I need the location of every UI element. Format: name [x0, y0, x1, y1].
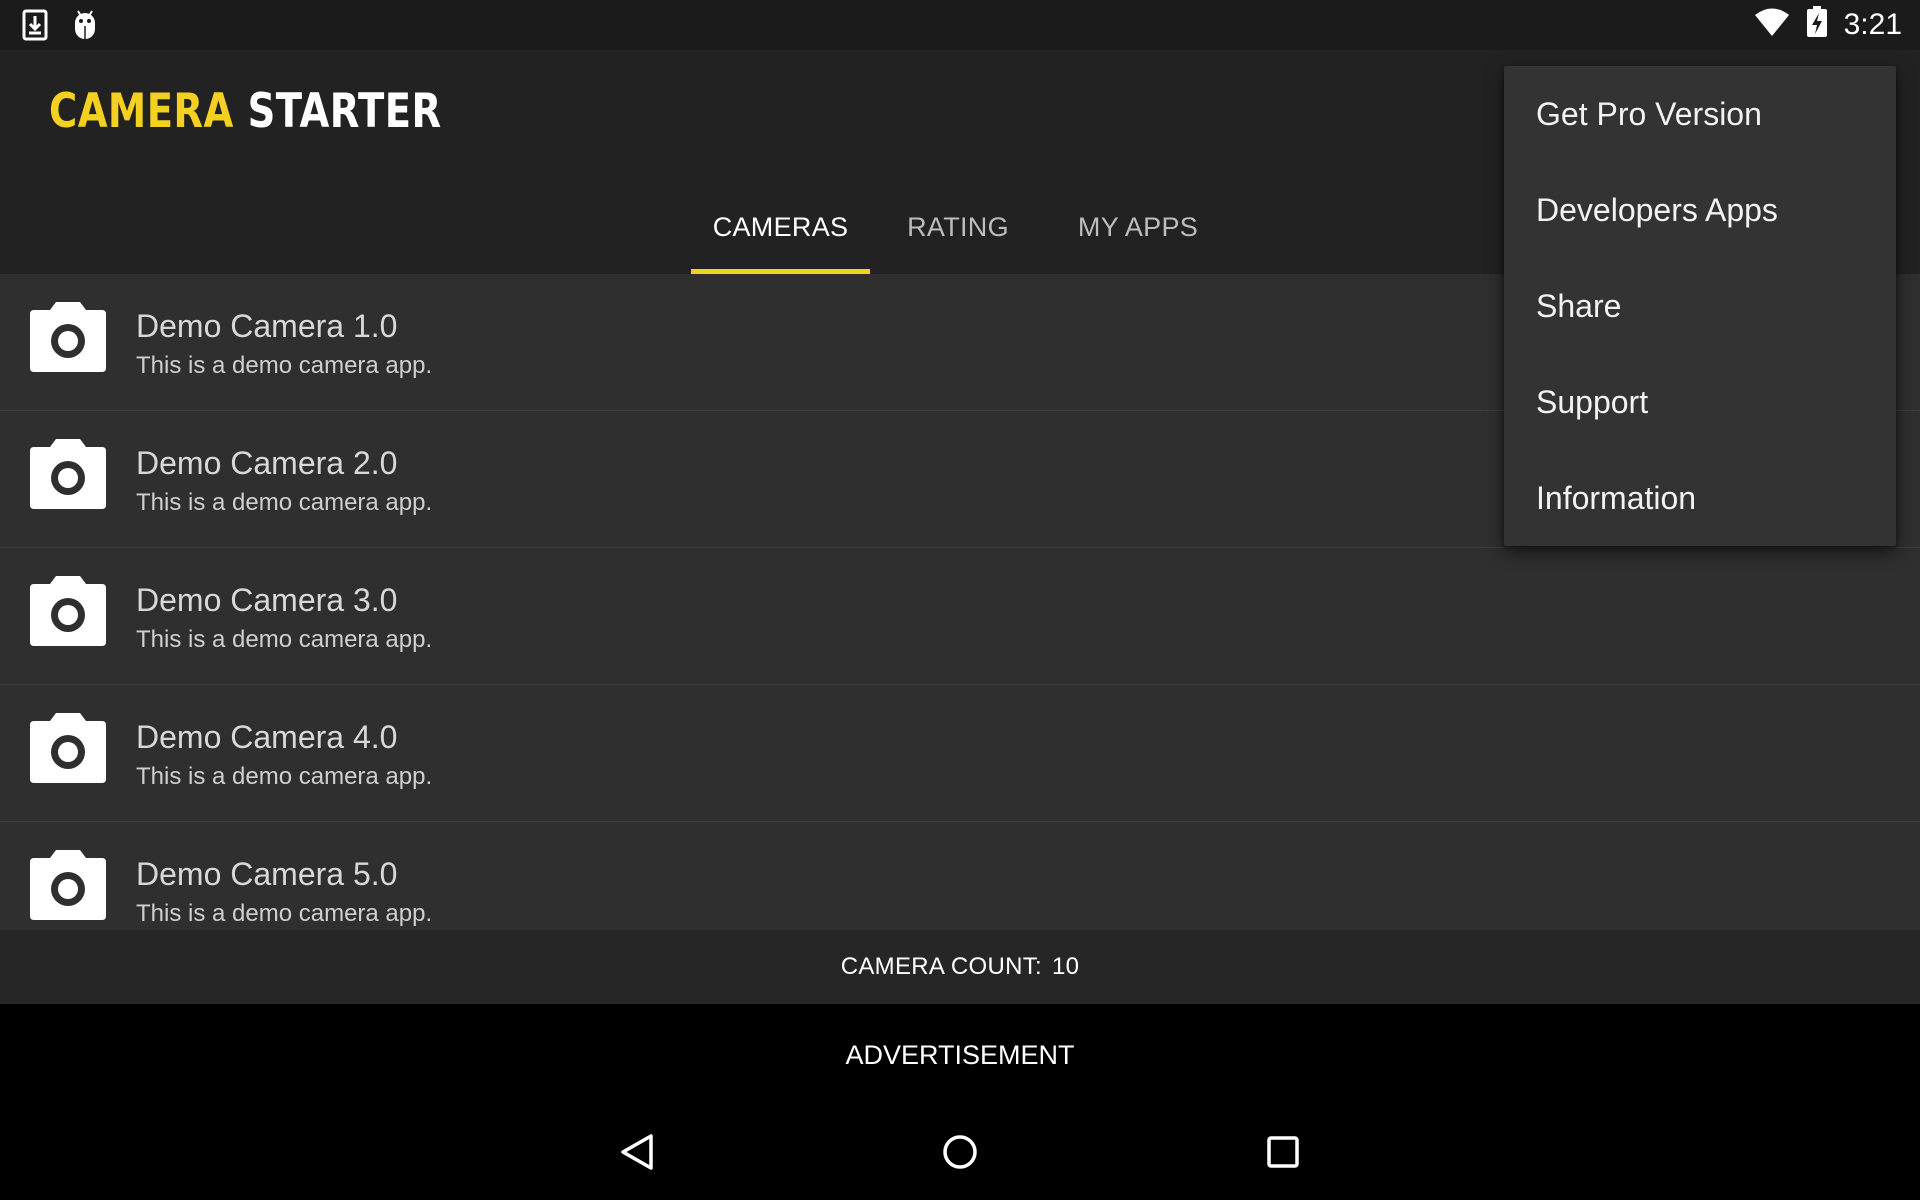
- camera-title: Demo Camera 4.0: [136, 719, 398, 755]
- recents-button[interactable]: [1253, 1124, 1313, 1184]
- camera-description: This is a demo camera app.: [136, 352, 433, 379]
- menu-item-information[interactable]: Information: [1504, 450, 1896, 546]
- tab-my-apps[interactable]: MY APPS: [1062, 180, 1214, 274]
- wifi-icon: [1754, 7, 1790, 42]
- home-icon: [940, 1132, 980, 1177]
- tab-rating[interactable]: RATING: [890, 180, 1026, 274]
- recents-icon: [1263, 1132, 1303, 1177]
- camera-count-label: CAMERA COUNT:: [840, 953, 1042, 980]
- camera-icon: [28, 300, 108, 374]
- camera-description: This is a demo camera app.: [136, 626, 433, 653]
- menu-item-support[interactable]: Support: [1504, 354, 1896, 450]
- camera-count-bar: CAMERA COUNT: 10: [0, 930, 1920, 1004]
- camera-title: Demo Camera 5.0: [136, 856, 398, 892]
- list-item[interactable]: Demo Camera 3.0 This is a demo camera ap…: [0, 548, 1920, 685]
- camera-description: This is a demo camera app.: [136, 489, 433, 516]
- camera-icon: [28, 574, 108, 648]
- camera-description: This is a demo camera app.: [136, 763, 433, 790]
- tab-cameras[interactable]: CAMERAS: [691, 180, 870, 274]
- tab-rating-label: RATING: [907, 211, 1009, 242]
- camera-icon: [28, 848, 108, 922]
- menu-item-share[interactable]: Share: [1504, 258, 1896, 354]
- advertisement-label: ADVERTISEMENT: [845, 1039, 1075, 1070]
- advertisement-banner[interactable]: ADVERTISEMENT: [0, 1004, 1920, 1106]
- menu-item-get-pro-version[interactable]: Get Pro Version: [1504, 66, 1896, 162]
- camera-description: This is a demo camera app.: [136, 900, 433, 927]
- camera-count-value: 10: [1051, 953, 1080, 980]
- back-button[interactable]: [607, 1124, 667, 1184]
- camera-icon: [28, 711, 108, 785]
- menu-item-developers-apps[interactable]: Developers Apps: [1504, 162, 1896, 258]
- status-bar: 3:21: [0, 0, 1920, 50]
- app-title-camera: CAMERA: [49, 84, 234, 139]
- app-title-starter: STARTER: [247, 84, 442, 139]
- camera-title: Demo Camera 2.0: [136, 445, 398, 481]
- android-debug-icon: [72, 9, 98, 46]
- home-button[interactable]: [930, 1124, 990, 1184]
- list-item[interactable]: Demo Camera 4.0 This is a demo camera ap…: [0, 685, 1920, 822]
- camera-icon: [28, 437, 108, 511]
- navigation-bar: [0, 1106, 1920, 1200]
- camera-title: Demo Camera 3.0: [136, 582, 398, 618]
- camera-title: Demo Camera 1.0: [136, 308, 398, 344]
- status-time: 3:21: [1843, 7, 1902, 41]
- tab-cameras-label: CAMERAS: [712, 211, 849, 242]
- overflow-menu: Get Pro Version Developers Apps Share Su…: [1504, 66, 1896, 546]
- screen: 3:21 CAMERA STARTER CAMERAS RATING MY AP…: [0, 0, 1920, 1200]
- battery-charging-icon: [1806, 6, 1828, 43]
- back-icon: [617, 1132, 657, 1177]
- app-title: CAMERA STARTER: [49, 84, 442, 139]
- tab-my-apps-label: MY APPS: [1077, 211, 1199, 242]
- list-item[interactable]: Demo Camera 5.0 This is a demo camera ap…: [0, 822, 1920, 930]
- download-icon: [22, 9, 48, 46]
